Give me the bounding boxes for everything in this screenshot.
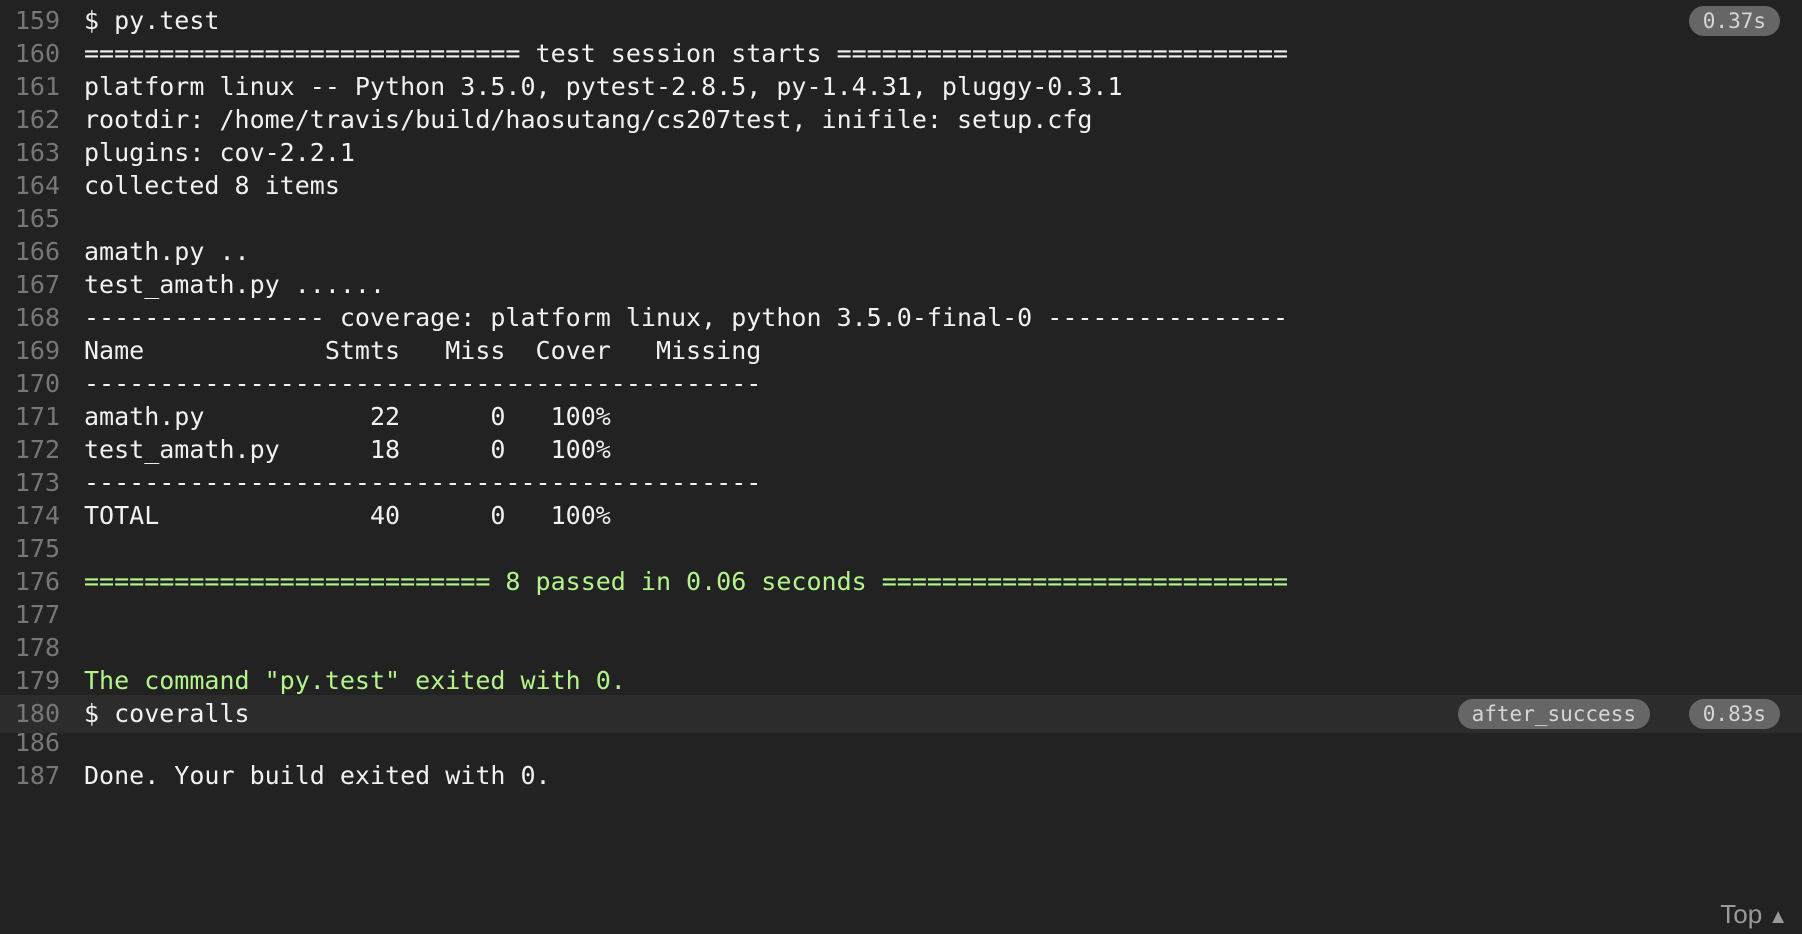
build-log: 159 $ py.test 0.37s 160 ====================… xyxy=(0,0,1802,934)
log-line: 187 Done. Your build exited with 0. xyxy=(0,757,1802,795)
line-number[interactable]: 187 xyxy=(0,757,60,795)
duration-badge: 0.37s xyxy=(1688,6,1780,36)
top-link[interactable]: Top ▲ xyxy=(1720,899,1788,930)
top-link-label: Top xyxy=(1720,899,1763,929)
caret-up-icon: ▲ xyxy=(1768,906,1788,928)
log-text: Done. Your build exited with 0. xyxy=(84,761,551,790)
